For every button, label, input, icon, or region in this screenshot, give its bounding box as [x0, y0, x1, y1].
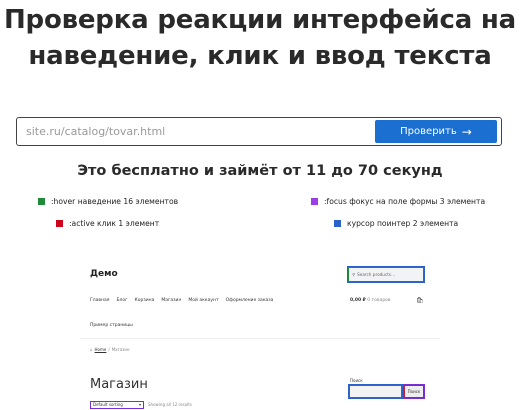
- demo-sort-select[interactable]: Default sorting ▾: [90, 401, 144, 409]
- demo-page-heading: Магазин: [90, 377, 148, 392]
- legend-item-focus: :focus фокус на поле формы 3 элемента: [311, 197, 485, 206]
- legend-item-hover: :hover наведение 16 элементов: [38, 197, 178, 206]
- legend-swatch-red: [56, 220, 63, 227]
- demo-nav-item[interactable]: Оформление заказа: [226, 298, 274, 303]
- legend-swatch-green: [38, 198, 45, 205]
- legend-swatch-blue: [334, 220, 341, 227]
- breadcrumb-current: Магазин: [111, 347, 130, 352]
- demo-cart-summary[interactable]: 0,00 ₽ 0 товаров: [350, 298, 391, 303]
- page-title-line-2: наведение, клик и ввод текста: [28, 41, 492, 71]
- demo-sort-label: Default sorting: [93, 402, 123, 407]
- demo-divider: [80, 338, 440, 339]
- check-button-label: Проверить: [400, 126, 457, 137]
- check-button[interactable]: Проверить →: [375, 120, 497, 143]
- page-title: Проверка реакции интерфейса на наведение…: [0, 2, 520, 74]
- demo-nav-item[interactable]: Мой аккаунт: [188, 298, 218, 303]
- breadcrumb-home[interactable]: Home: [95, 347, 107, 352]
- demo-logo[interactable]: Демо: [90, 269, 118, 279]
- demo-cart-count: 0 товаров: [367, 298, 391, 303]
- legend-item-pointer: курсор поинтер 2 элемента: [334, 219, 458, 228]
- duration-subtitle: Это бесплатно и займёт от 11 до 70 секун…: [77, 163, 443, 179]
- arrow-right-icon: →: [461, 124, 472, 139]
- demo-nav-item[interactable]: Блог: [116, 298, 127, 303]
- demo-results-count: Showing all 12 results: [148, 402, 192, 407]
- home-icon: ⌂: [90, 347, 93, 352]
- breadcrumb-separator: /: [108, 347, 110, 352]
- demo-cart-price: 0,00 ₽: [350, 298, 366, 303]
- url-check-form: Проверить →: [16, 117, 502, 146]
- demo-header-search[interactable]: ⚲ Search products…: [347, 266, 425, 283]
- demo-search-field[interactable]: [348, 384, 403, 399]
- demo-shop-preview: Демо ⚲ Search products… Главная Блог Кор…: [0, 255, 520, 410]
- legend-label: курсор поинтер 2 элемента: [347, 219, 459, 228]
- legend-swatch-purple: [311, 198, 318, 205]
- legend-label: :active клик 1 элемент: [69, 219, 160, 228]
- demo-nav-item[interactable]: Корзина: [135, 298, 155, 303]
- legend-label: :hover наведение 16 элементов: [51, 197, 179, 206]
- demo-search-placeholder: Search products…: [357, 272, 396, 277]
- demo-nav: Главная Блог Корзина Магазин Мой аккаунт…: [90, 298, 273, 303]
- demo-search-button[interactable]: Поиск: [403, 384, 425, 399]
- legend-item-active: :active клик 1 элемент: [56, 219, 159, 228]
- shopping-bag-icon[interactable]: 🛍: [416, 297, 424, 304]
- demo-nav-item[interactable]: Магазин: [161, 298, 181, 303]
- chevron-down-icon: ▾: [138, 402, 141, 407]
- demo-search-label: Поиск: [350, 378, 363, 383]
- legend-label: :focus фокус на поле формы 3 элемента: [324, 197, 486, 206]
- breadcrumb: ⌂ Home / Магазин: [90, 347, 130, 352]
- url-input[interactable]: [26, 118, 366, 145]
- demo-nav-item[interactable]: Пример страницы: [90, 323, 133, 328]
- demo-nav-item[interactable]: Главная: [90, 298, 109, 303]
- page-title-line-1: Проверка реакции интерфейса на: [3, 5, 517, 35]
- search-icon: ⚲: [352, 272, 356, 277]
